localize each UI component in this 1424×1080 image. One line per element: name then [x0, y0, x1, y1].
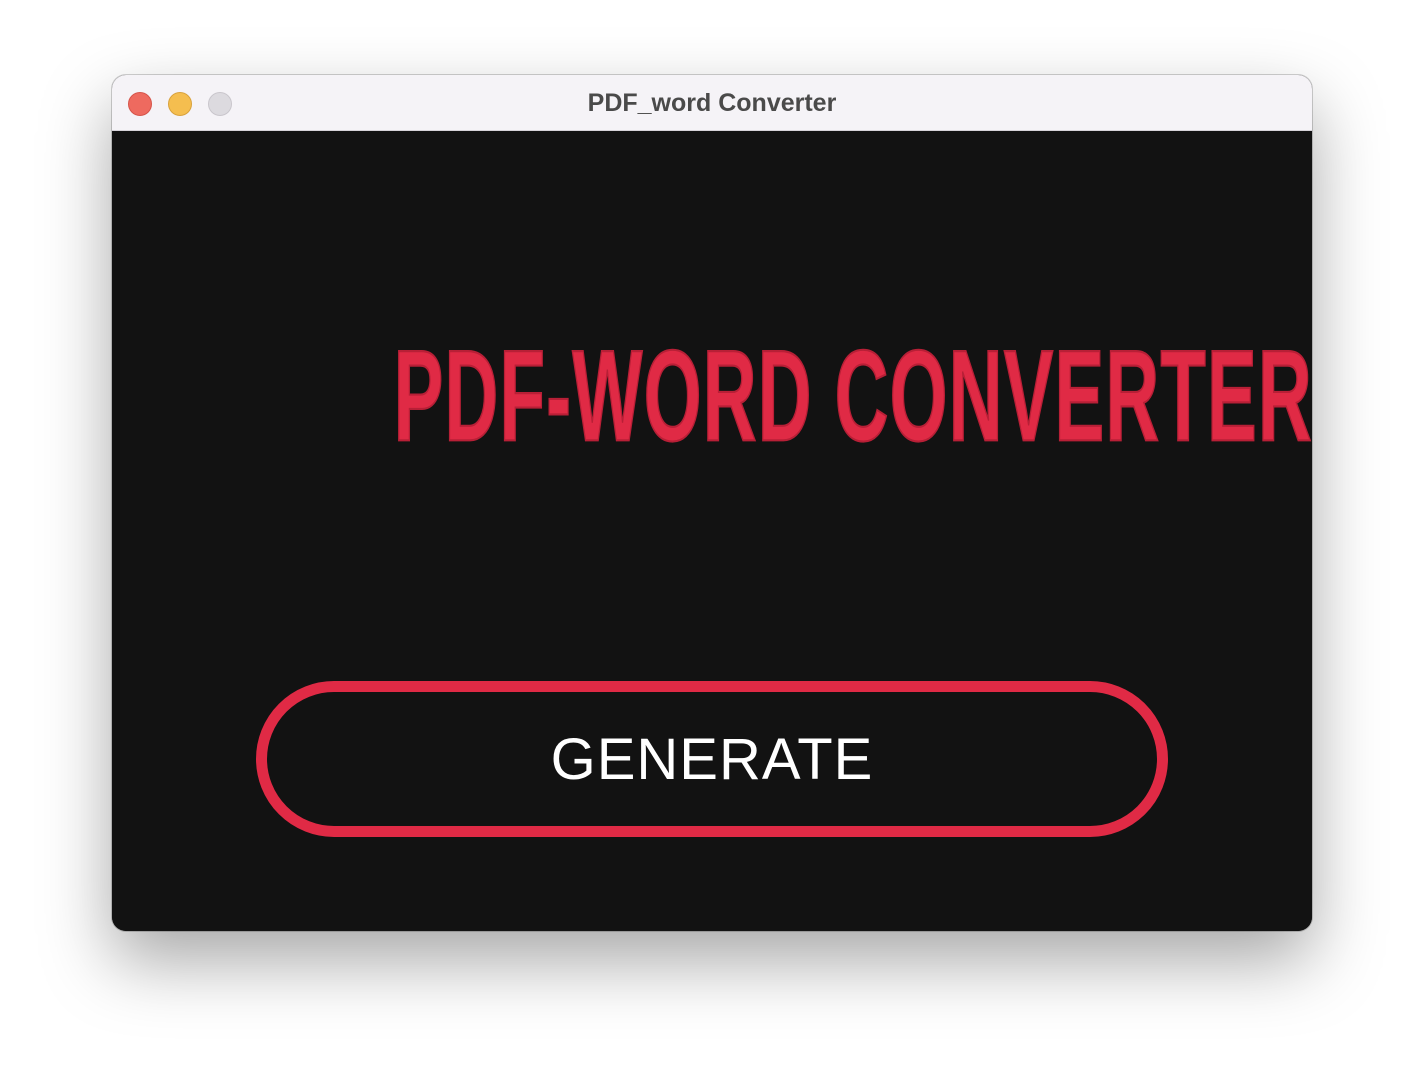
window-title: PDF_word Converter: [587, 89, 837, 117]
generate-button-label: GENERATE: [550, 726, 874, 792]
headline: PDF-WORD CONVERTER: [393, 323, 1312, 469]
title-bar[interactable]: PDF_word Converter: [112, 75, 1312, 131]
app-window: PDF_word Converter PDF-WORD CONVERTER GE…: [112, 75, 1312, 931]
headline-container: PDF-WORD CONVERTER: [112, 330, 1312, 462]
generate-button[interactable]: GENERATE: [256, 681, 1168, 837]
main-content: PDF-WORD CONVERTER GENERATE: [112, 131, 1312, 931]
